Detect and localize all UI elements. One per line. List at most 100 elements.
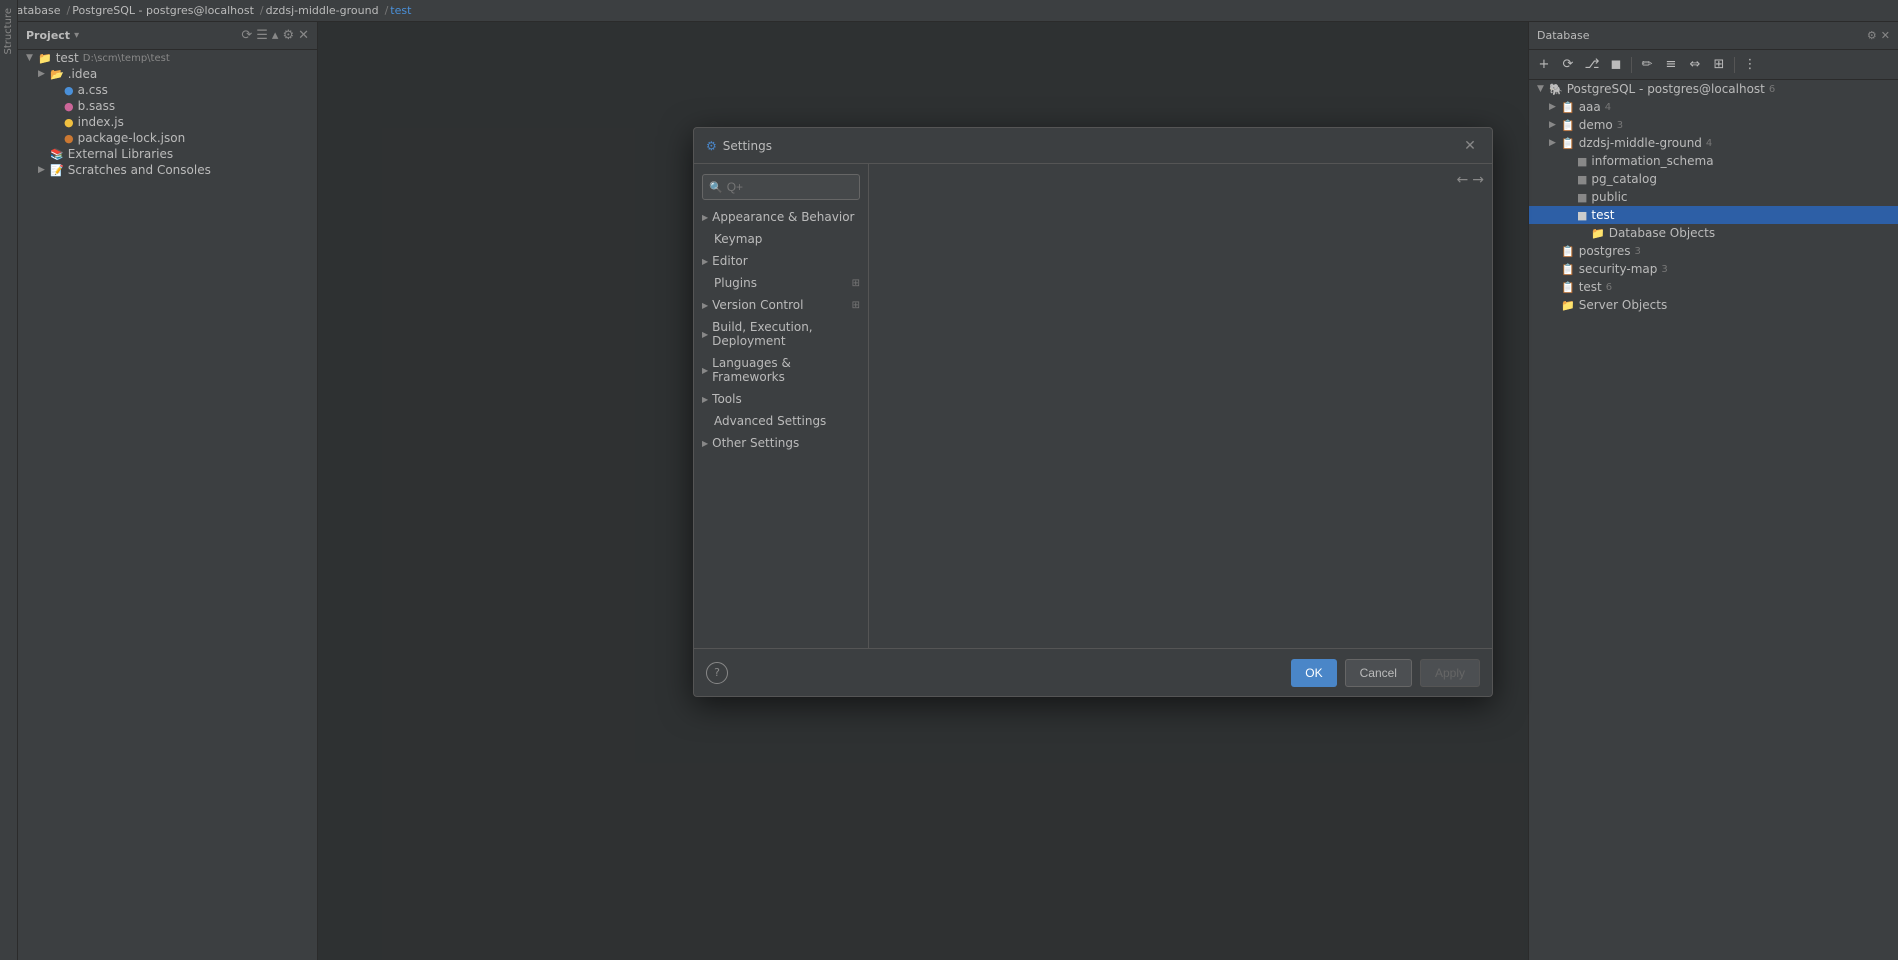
db-refresh-btn[interactable]: ⟳ (1557, 54, 1579, 76)
tree-bsass[interactable]: ● b.sass (18, 98, 317, 114)
packagejson-label: package-lock.json (78, 131, 186, 145)
settings-title-label: Settings (723, 139, 772, 153)
close-panel-icon[interactable]: ✕ (298, 28, 309, 43)
settings-icon[interactable]: ⚙ (282, 28, 294, 43)
tree-packagejson[interactable]: ● package-lock.json (18, 130, 317, 146)
dialog-footer: ? OK Cancel Apply (694, 648, 1492, 696)
security-map-icon: 📋 (1561, 263, 1575, 276)
nav-appearance-label: Appearance & Behavior (712, 210, 854, 224)
db-filter-btn[interactable]: ≡ (1660, 54, 1682, 76)
forward-arrow[interactable]: → (1472, 172, 1484, 188)
db-item-postgres-root[interactable]: ▼ 🐘 PostgreSQL - postgres@localhost 6 (1529, 80, 1898, 98)
extlibs-label: External Libraries (68, 147, 173, 161)
nav-advanced[interactable]: Advanced Settings (694, 410, 868, 432)
nav-editor[interactable]: Editor (694, 250, 868, 272)
breadcrumb-postgres[interactable]: PostgreSQL - postgres@localhost (72, 4, 254, 17)
db-diagram-btn[interactable]: ⊞ (1708, 54, 1730, 76)
cancel-button[interactable]: Cancel (1345, 659, 1412, 687)
footer-right: OK Cancel Apply (1291, 659, 1480, 687)
scratches-label: Scratches and Consoles (68, 163, 211, 177)
db-item-test[interactable]: 📋 test 6 (1529, 278, 1898, 296)
tree-idea[interactable]: ▶ 📂 .idea (18, 66, 317, 82)
ok-button[interactable]: OK (1291, 659, 1336, 687)
aaa-arrow: ▶ (1549, 102, 1561, 112)
close-dialog-button[interactable]: ✕ (1460, 136, 1480, 156)
db-item-postgres[interactable]: 📋 postgres 3 (1529, 242, 1898, 260)
db-item-public[interactable]: ■ public (1529, 188, 1898, 206)
db-panel-settings-icon[interactable]: ⚙ (1867, 29, 1877, 42)
db-item-dzdsj[interactable]: ▶ 📋 dzdsj-middle-ground 4 (1529, 134, 1898, 152)
nav-appearance[interactable]: Appearance & Behavior (694, 206, 868, 228)
db-item-info-schema[interactable]: ■ information_schema (1529, 152, 1898, 170)
help-button[interactable]: ? (706, 662, 728, 684)
tree-scratches[interactable]: ▶ 📝 Scratches and Consoles (18, 162, 317, 178)
main-editor-area: ⚙ Settings ✕ 🔍 (318, 22, 1528, 960)
acss-label: a.css (78, 83, 108, 97)
db-item-test-selected[interactable]: ■ test (1529, 206, 1898, 224)
tree-acss[interactable]: ● a.css (18, 82, 317, 98)
postgres-root-label: PostgreSQL - postgres@localhost (1567, 82, 1765, 96)
db-add-btn[interactable]: + (1533, 54, 1555, 76)
db-item-security-map[interactable]: 📋 security-map 3 (1529, 260, 1898, 278)
test-badge: 6 (1606, 282, 1612, 293)
nav-build[interactable]: Build, Execution, Deployment (694, 316, 868, 352)
tree-extlibs[interactable]: 📚 External Libraries (18, 146, 317, 162)
demo-arrow: ▶ (1549, 120, 1561, 130)
idea-folder-icon: 📂 (50, 68, 64, 81)
root-path: D:\scm\temp\test (83, 53, 170, 64)
nav-tools[interactable]: Tools (694, 388, 868, 410)
database-panel: Database ⚙ ✕ + ⟳ ⎇ ◼ ✏ ≡ ⇔ ⊞ ⋮ ▼ 🐘 (1528, 22, 1898, 960)
tree-indexjs[interactable]: ● index.js (18, 114, 317, 130)
nav-vcs[interactable]: Version Control ⊞ (694, 294, 868, 316)
db-item-demo[interactable]: ▶ 📋 demo 3 (1529, 116, 1898, 134)
settings-search-input[interactable] (727, 180, 853, 194)
project-dropdown-icon[interactable]: ▾ (74, 30, 79, 41)
db-tree: ▼ 🐘 PostgreSQL - postgres@localhost 6 ▶ … (1529, 80, 1898, 314)
db-compare-btn[interactable]: ⇔ (1684, 54, 1706, 76)
test-selected-label: test (1591, 208, 1614, 222)
db-objects-label: Database Objects (1609, 226, 1715, 240)
dzdsj-icon: 📋 (1561, 137, 1575, 150)
breadcrumb-project[interactable]: dzdsj-middle-ground (266, 4, 379, 17)
apply-button[interactable]: Apply (1420, 659, 1480, 687)
dialog-title-bar: ⚙ Settings ✕ (694, 128, 1492, 164)
nav-advanced-label: Advanced Settings (714, 414, 826, 428)
nav-keymap[interactable]: Keymap (694, 228, 868, 250)
db-item-aaa[interactable]: ▶ 📋 aaa 4 (1529, 98, 1898, 116)
db-stop-btn[interactable]: ◼ (1605, 54, 1627, 76)
nav-plugins[interactable]: Plugins ⊞ (694, 272, 868, 294)
nav-other-label: Other Settings (712, 436, 799, 450)
nav-other[interactable]: Other Settings (694, 432, 868, 454)
test-icon: 📋 (1561, 281, 1575, 294)
nav-build-label: Build, Execution, Deployment (712, 320, 860, 348)
db-edit-btn[interactable]: ✏ (1636, 54, 1658, 76)
settings-search-box[interactable]: 🔍 (702, 174, 860, 200)
back-arrow[interactable]: ← (1457, 172, 1469, 188)
nav-arrows: ← → (1457, 172, 1484, 188)
vcs-badge: ⊞ (852, 300, 860, 311)
aaa-label: aaa (1579, 100, 1601, 114)
collapse-icon[interactable]: ▴ (272, 28, 279, 43)
sync-icon[interactable]: ⟳ (241, 28, 252, 43)
project-panel-header: Project ▾ ⟳ ☰ ▴ ⚙ ✕ (18, 22, 317, 50)
postgres-root-arrow: ▼ (1537, 84, 1549, 94)
tree-root[interactable]: ▼ 📁 test D:\scm\temp\test (18, 50, 317, 66)
postgres-item-icon: 📋 (1561, 245, 1575, 258)
public-icon: ■ (1577, 191, 1587, 204)
help-label: ? (714, 666, 720, 679)
bsass-label: b.sass (78, 99, 116, 113)
db-item-server-objects[interactable]: 📁 Server Objects (1529, 296, 1898, 314)
db-item-db-objects[interactable]: 📁 Database Objects (1529, 224, 1898, 242)
db-toolbar-sep1 (1631, 57, 1632, 73)
nav-languages[interactable]: Languages & Frameworks (694, 352, 868, 388)
breadcrumb-test[interactable]: test (390, 4, 411, 17)
structure-tab[interactable]: Structure (1, 0, 16, 63)
db-panel-close-icon[interactable]: ✕ (1881, 29, 1890, 42)
root-arrow: ▼ (26, 53, 36, 63)
db-item-pg-catalog[interactable]: ■ pg_catalog (1529, 170, 1898, 188)
db-nav-btn[interactable]: ⎇ (1581, 54, 1603, 76)
db-panel-controls: ⚙ ✕ (1867, 29, 1890, 42)
layout-icon[interactable]: ☰ (256, 28, 268, 43)
db-more-btn[interactable]: ⋮ (1739, 54, 1761, 76)
postgres-root-badge: 6 (1769, 84, 1775, 95)
